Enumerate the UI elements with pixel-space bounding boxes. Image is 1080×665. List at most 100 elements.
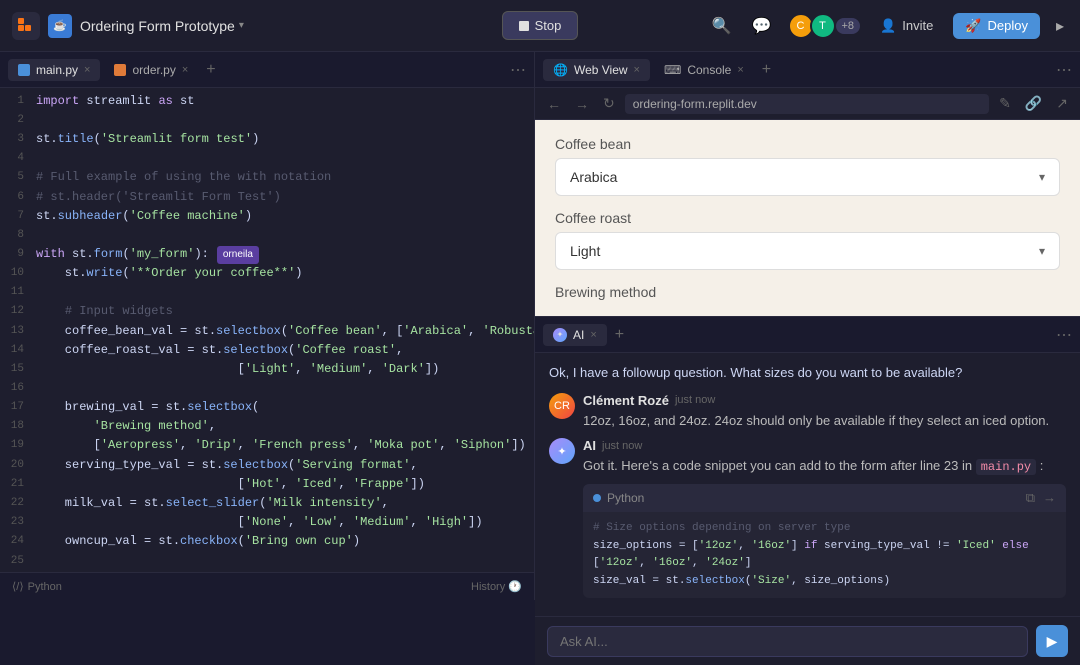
code-line-8: 8 <box>0 226 534 245</box>
code-line-1: 1 import streamlit as st <box>0 92 534 111</box>
tab-close-icon2[interactable]: × <box>182 64 188 76</box>
ai-message-text: Got it. Here's a code snippet you can ad… <box>583 456 1066 476</box>
chevron-down-icon: ▾ <box>1039 170 1045 184</box>
ai-avatar: ✦ <box>549 438 575 464</box>
ai-message-time: just now <box>602 440 642 452</box>
deploy-icon: 🚀 <box>965 18 981 34</box>
copy-icon[interactable]: ⧉ <box>1026 490 1035 506</box>
invite-button[interactable]: 👤 Invite <box>872 14 941 38</box>
code-line-17: 17 brewing_val = st.selectbox( <box>0 398 534 417</box>
tab-ai[interactable]: ✦ AI × <box>543 324 607 346</box>
ai-message-body: AI just now Got it. Here's a code snippe… <box>583 438 1066 598</box>
coffee-roast-select[interactable]: Light ▾ <box>555 232 1060 270</box>
avatars-group: C T +8 <box>788 13 861 39</box>
brewing-method-label: Brewing method <box>555 284 1060 300</box>
url-bar[interactable]: ordering-form.replit.dev <box>625 94 989 114</box>
stop-icon <box>519 21 529 31</box>
code-line-16: 16 <box>0 379 534 398</box>
globe-icon: 🌐 <box>553 63 568 77</box>
ai-name: AI <box>583 438 596 453</box>
tab-close-console[interactable]: × <box>737 64 743 76</box>
snippet-body: # Size options depending on server type … <box>583 512 1066 598</box>
chat-icon[interactable]: 💬 <box>748 12 776 40</box>
tab-order-py[interactable]: order.py × <box>104 59 198 81</box>
code-line-20: 20 serving_type_val = st.selectbox('Serv… <box>0 456 534 475</box>
inline-code-ref: main.py <box>976 459 1036 475</box>
webview-content: Coffee bean Arabica ▾ Coffee roast Light… <box>535 120 1080 316</box>
edit-icon[interactable]: ✎ <box>995 93 1015 114</box>
tab-close-icon[interactable]: × <box>84 64 90 76</box>
ai-more-icon[interactable]: ⋯ <box>1056 325 1072 345</box>
coffee-bean-group: Coffee bean Arabica ▾ <box>555 136 1060 196</box>
topbar-center: Stop <box>502 11 579 40</box>
code-line-24: 24 owncup_val = st.checkbox('Bring own c… <box>0 532 534 551</box>
tab-console[interactable]: ⌨ Console × <box>654 59 754 81</box>
chevron-down-icon: ▾ <box>239 20 244 31</box>
insert-icon[interactable]: → <box>1043 490 1056 506</box>
snippet-line-4: size_val = st.selectbox('Size', size_opt… <box>593 573 1056 591</box>
open-external-icon[interactable]: ↗ <box>1052 93 1072 114</box>
more-icon[interactable]: ▸ <box>1052 12 1068 40</box>
code-line-23: 23 ['None', 'Low', 'Medium', 'High']) <box>0 513 534 532</box>
ai-input-field[interactable] <box>547 626 1028 657</box>
code-line-21: 21 ['Hot', 'Iced', 'Frappe']) <box>0 475 534 494</box>
main-layout: main.py × order.py × + ⋯ 1 import stream… <box>0 52 1080 600</box>
code-line-15: 15 ['Light', 'Medium', 'Dark']) <box>0 360 534 379</box>
address-bar-icons: ✎ 🔗 ↗ <box>995 93 1072 114</box>
project-title[interactable]: Ordering Form Prototype ▾ <box>80 18 244 34</box>
code-line-12: 12 # Input widgets <box>0 302 534 321</box>
user-message-body: Clément Rozé just now 12oz, 16oz, and 24… <box>583 393 1066 431</box>
stop-button[interactable]: Stop <box>502 11 579 40</box>
search-icon[interactable]: 🔍 <box>708 12 736 40</box>
snippet-line-3: ['12oz', '16oz', '24oz'] <box>593 555 1056 573</box>
tab-close-webview[interactable]: × <box>634 64 640 76</box>
forward-button[interactable]: → <box>571 94 593 114</box>
code-line-22: 22 milk_val = st.select_slider('Milk int… <box>0 494 534 513</box>
history-button[interactable]: History 🕐 <box>471 580 522 593</box>
clock-icon: 🕐 <box>508 581 522 593</box>
code-editor[interactable]: 1 import streamlit as st 2 3 st.title('S… <box>0 88 534 572</box>
add-webview-tab[interactable]: + <box>758 57 775 83</box>
editor-tabs: main.py × order.py × + ⋯ <box>0 52 534 88</box>
link-icon[interactable]: 🔗 <box>1021 93 1046 114</box>
webview-panel: 🌐 Web View × ⌨ Console × + ⋯ ← → ↻ order… <box>535 52 1080 317</box>
code-line-11: 11 <box>0 283 534 302</box>
avatar: T <box>810 13 836 39</box>
person-icon: 👤 <box>880 18 896 34</box>
code-snippet: Python ⧉ → # Size options depending on s… <box>583 484 1066 598</box>
py-icon2 <box>114 64 126 76</box>
snippet-header: Python ⧉ → <box>583 484 1066 512</box>
topbar-right: 🔍 💬 C T +8 👤 Invite 🚀 Deploy ▸ <box>586 12 1068 40</box>
coffee-bean-select[interactable]: Arabica ▾ <box>555 158 1060 196</box>
user-name: Clément Rozé <box>583 393 669 408</box>
user-message-time: just now <box>675 394 715 406</box>
ai-send-button[interactable]: ▶ <box>1036 625 1068 657</box>
terminal-icon: ⌨ <box>664 63 681 77</box>
py-icon <box>18 64 30 76</box>
code-line-19: 19 ['Aeropress', 'Drip', 'French press',… <box>0 436 534 455</box>
add-tab-button[interactable]: + <box>202 57 219 83</box>
snippet-line-1: # Size options depending on server type <box>593 520 1056 538</box>
back-button[interactable]: ← <box>543 94 565 114</box>
tab-main-py[interactable]: main.py × <box>8 59 100 81</box>
code-panel: main.py × order.py × + ⋯ 1 import stream… <box>0 52 535 600</box>
code-line-3: 3 st.title('Streamlit form test') <box>0 130 534 149</box>
code-line-14: 14 coffee_roast_val = st.selectbox('Coff… <box>0 341 534 360</box>
coffee-bean-label: Coffee bean <box>555 136 1060 152</box>
tab-webview[interactable]: 🌐 Web View × <box>543 59 650 81</box>
add-ai-tab[interactable]: + <box>611 322 628 348</box>
tabs-more-icon[interactable]: ⋯ <box>510 60 526 80</box>
user-message-text: 12oz, 16oz, and 24oz. 24oz should only b… <box>583 411 1066 431</box>
user-message-row: CR Clément Rozé just now 12oz, 16oz, and… <box>549 393 1066 431</box>
ai-input-row: ▶ <box>535 616 1080 665</box>
topbar: ☕ Ordering Form Prototype ▾ Stop 🔍 💬 C T… <box>0 0 1080 52</box>
avatar-count-badge: +8 <box>836 18 861 34</box>
deploy-button[interactable]: 🚀 Deploy <box>953 13 1040 39</box>
ai-tabs: ✦ AI × + ⋯ <box>535 317 1080 353</box>
refresh-button[interactable]: ↻ <box>599 93 619 114</box>
tab-close-ai[interactable]: × <box>590 329 596 341</box>
replit-icon[interactable] <box>12 12 40 40</box>
chevron-down-icon2: ▾ <box>1039 244 1045 258</box>
snippet-line-2: size_options = ['12oz', '16oz'] if servi… <box>593 538 1056 556</box>
webview-more-icon[interactable]: ⋯ <box>1056 60 1072 80</box>
